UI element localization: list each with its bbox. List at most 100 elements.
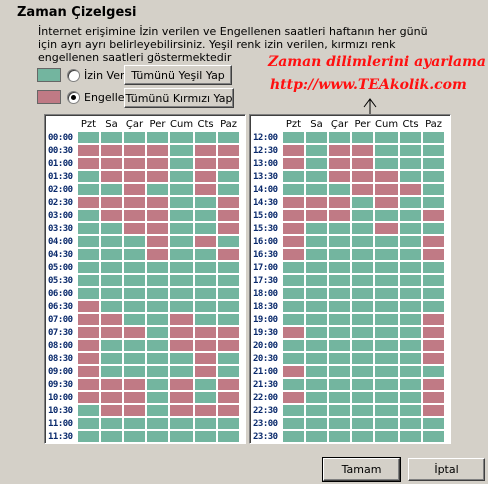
allowed-slot-cell[interactable] [218, 431, 240, 442]
blocked-slot-cell[interactable] [283, 210, 304, 221]
allowed-slot-cell[interactable] [423, 223, 445, 234]
blocked-slot-cell[interactable] [195, 366, 217, 377]
allowed-slot-cell[interactable] [352, 366, 373, 377]
allowed-slot-cell[interactable] [195, 379, 217, 390]
allowed-slot-cell[interactable] [375, 262, 399, 273]
allowed-slot-cell[interactable] [375, 145, 399, 156]
allowed-slot-cell[interactable] [283, 301, 304, 312]
block-radio-label[interactable]: Engelle [84, 91, 125, 104]
allowed-slot-cell[interactable] [218, 366, 240, 377]
allowed-slot-cell[interactable] [101, 366, 122, 377]
blocked-slot-cell[interactable] [283, 158, 304, 169]
allowed-slot-cell[interactable] [352, 327, 373, 338]
allowed-slot-cell[interactable] [423, 132, 445, 143]
blocked-slot-cell[interactable] [400, 184, 422, 195]
blocked-slot-cell[interactable] [283, 145, 304, 156]
allowed-slot-cell[interactable] [306, 184, 327, 195]
blocked-slot-cell[interactable] [423, 249, 445, 260]
allowed-slot-cell[interactable] [352, 353, 373, 364]
blocked-slot-cell[interactable] [195, 405, 217, 416]
allowed-slot-cell[interactable] [195, 262, 217, 273]
blocked-slot-cell[interactable] [423, 210, 445, 221]
allowed-slot-cell[interactable] [352, 262, 373, 273]
allowed-slot-cell[interactable] [400, 301, 422, 312]
allowed-slot-cell[interactable] [400, 171, 422, 182]
allowed-slot-cell[interactable] [218, 262, 240, 273]
allowed-slot-cell[interactable] [195, 314, 217, 325]
blocked-slot-cell[interactable] [306, 197, 327, 208]
blocked-slot-cell[interactable] [218, 405, 240, 416]
blocked-slot-cell[interactable] [195, 353, 217, 364]
allowed-slot-cell[interactable] [101, 249, 122, 260]
allowed-slot-cell[interactable] [400, 340, 422, 351]
blocked-slot-cell[interactable] [170, 340, 194, 351]
allowed-slot-cell[interactable] [170, 262, 194, 273]
blocked-slot-cell[interactable] [147, 197, 168, 208]
allowed-slot-cell[interactable] [170, 158, 194, 169]
allowed-slot-cell[interactable] [352, 210, 373, 221]
allowed-slot-cell[interactable] [147, 262, 168, 273]
allowed-slot-cell[interactable] [329, 366, 350, 377]
blocked-slot-cell[interactable] [195, 236, 217, 247]
allowed-slot-cell[interactable] [329, 431, 350, 442]
allowed-slot-cell[interactable] [78, 418, 99, 429]
blocked-slot-cell[interactable] [101, 145, 122, 156]
allowed-slot-cell[interactable] [283, 418, 304, 429]
blocked-slot-cell[interactable] [124, 405, 145, 416]
allowed-slot-cell[interactable] [78, 431, 99, 442]
allowed-slot-cell[interactable] [147, 327, 168, 338]
allowed-slot-cell[interactable] [283, 431, 304, 442]
allowed-slot-cell[interactable] [124, 132, 145, 143]
allowed-slot-cell[interactable] [352, 249, 373, 260]
allow-radio-label[interactable]: İzin Ver [84, 69, 125, 82]
blocked-slot-cell[interactable] [283, 197, 304, 208]
blocked-slot-cell[interactable] [283, 366, 304, 377]
allowed-slot-cell[interactable] [423, 197, 445, 208]
allowed-slot-cell[interactable] [124, 275, 145, 286]
allowed-slot-cell[interactable] [400, 197, 422, 208]
allowed-slot-cell[interactable] [306, 353, 327, 364]
blocked-slot-cell[interactable] [78, 353, 99, 364]
allowed-slot-cell[interactable] [195, 223, 217, 234]
allowed-slot-cell[interactable] [329, 223, 350, 234]
allowed-slot-cell[interactable] [170, 236, 194, 247]
allowed-slot-cell[interactable] [329, 327, 350, 338]
allowed-slot-cell[interactable] [329, 262, 350, 273]
allowed-slot-cell[interactable] [147, 418, 168, 429]
allowed-slot-cell[interactable] [78, 405, 99, 416]
allowed-slot-cell[interactable] [78, 171, 99, 182]
allowed-slot-cell[interactable] [352, 340, 373, 351]
allowed-slot-cell[interactable] [218, 275, 240, 286]
allowed-slot-cell[interactable] [400, 392, 422, 403]
allowed-slot-cell[interactable] [400, 158, 422, 169]
allowed-slot-cell[interactable] [283, 340, 304, 351]
blocked-slot-cell[interactable] [124, 392, 145, 403]
allowed-slot-cell[interactable] [195, 301, 217, 312]
allowed-slot-cell[interactable] [283, 184, 304, 195]
blocked-slot-cell[interactable] [124, 223, 145, 234]
allowed-slot-cell[interactable] [101, 353, 122, 364]
allowed-slot-cell[interactable] [306, 314, 327, 325]
blocked-slot-cell[interactable] [147, 236, 168, 247]
allowed-slot-cell[interactable] [375, 249, 399, 260]
blocked-slot-cell[interactable] [101, 392, 122, 403]
blocked-slot-cell[interactable] [101, 158, 122, 169]
allowed-slot-cell[interactable] [375, 392, 399, 403]
allowed-slot-cell[interactable] [124, 288, 145, 299]
allowed-slot-cell[interactable] [375, 431, 399, 442]
blocked-slot-cell[interactable] [218, 379, 240, 390]
blocked-slot-cell[interactable] [375, 171, 399, 182]
allowed-slot-cell[interactable] [283, 379, 304, 390]
allowed-slot-cell[interactable] [352, 223, 373, 234]
blocked-slot-cell[interactable] [283, 236, 304, 247]
blocked-slot-cell[interactable] [352, 184, 373, 195]
blocked-slot-cell[interactable] [78, 327, 99, 338]
blocked-slot-cell[interactable] [170, 314, 194, 325]
allowed-slot-cell[interactable] [147, 366, 168, 377]
allowed-slot-cell[interactable] [375, 236, 399, 247]
allowed-slot-cell[interactable] [101, 301, 122, 312]
allowed-slot-cell[interactable] [101, 262, 122, 273]
allowed-slot-cell[interactable] [329, 301, 350, 312]
allowed-slot-cell[interactable] [423, 275, 445, 286]
blocked-slot-cell[interactable] [78, 314, 99, 325]
